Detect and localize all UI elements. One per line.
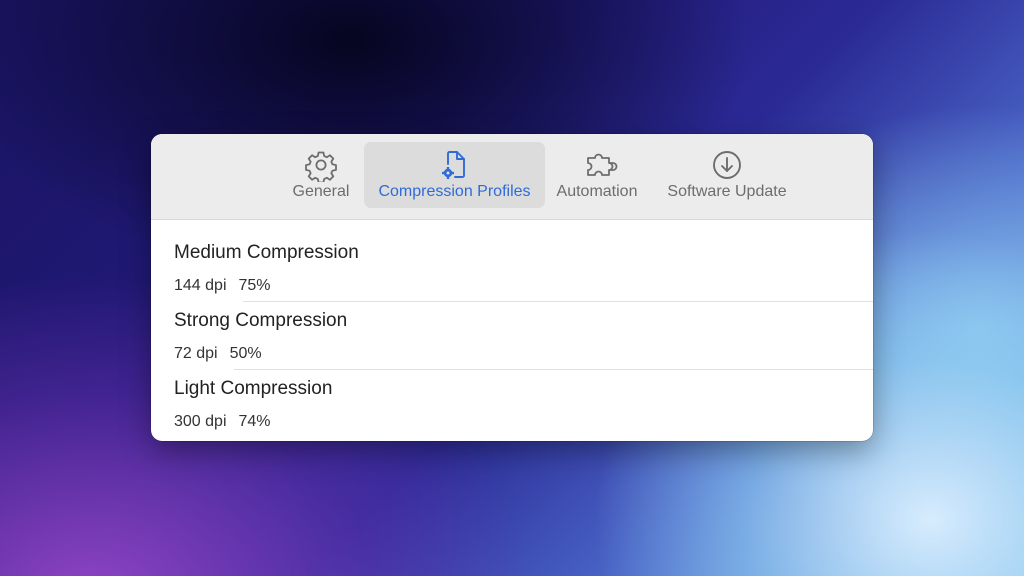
compression-profiles-list: Medium Compression 144 dpi 75% Strong Com… (151, 220, 873, 430)
tab-automation[interactable]: Automation (547, 142, 647, 208)
profile-dpi: 300 dpi (174, 413, 227, 430)
profile-quality: 74% (238, 413, 271, 430)
preferences-toolbar: General Compression Profiles Automation … (151, 134, 873, 220)
gear-icon (304, 148, 338, 182)
list-item[interactable]: Light Compression 300 dpi 74% (151, 356, 873, 430)
tab-general[interactable]: General (279, 142, 363, 208)
tab-compression-profiles-label: Compression Profiles (378, 183, 531, 200)
profile-name: Medium Compression (174, 242, 359, 263)
profile-name: Strong Compression (174, 310, 348, 331)
tab-software-update[interactable]: Software Update (655, 142, 799, 208)
tab-compression-profiles[interactable]: Compression Profiles (364, 142, 545, 208)
download-circle-icon (710, 148, 744, 182)
list-item[interactable]: Strong Compression 72 dpi 50% (151, 288, 873, 370)
document-gear-icon (438, 148, 472, 182)
puzzle-piece-icon (580, 148, 618, 182)
profile-name: Light Compression (174, 378, 333, 399)
tab-software-update-label: Software Update (667, 183, 787, 200)
tab-automation-label: Automation (556, 183, 638, 200)
list-item[interactable]: Medium Compression 144 dpi 75% (151, 220, 873, 302)
profile-details: 300 dpi 74% (174, 413, 283, 431)
preferences-window: General Compression Profiles Automation … (151, 134, 873, 441)
tab-general-label: General (292, 183, 350, 200)
